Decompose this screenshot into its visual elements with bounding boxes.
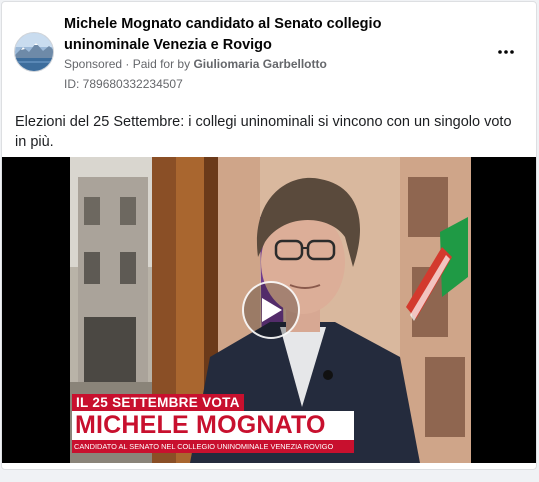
- avatar-image: [15, 33, 53, 71]
- page-name-link[interactable]: Michele Mognato candidato al Senato coll…: [64, 14, 464, 56]
- more-options-icon: [498, 50, 514, 54]
- ad-id: ID: 789680332234507: [64, 77, 183, 91]
- more-options-button[interactable]: [494, 40, 518, 64]
- ad-card: Michele Mognato candidato al Senato coll…: [1, 1, 537, 470]
- post-body-text: Elezioni del 25 Settembre: i collegi uni…: [15, 114, 512, 150]
- separator-dot: ·: [125, 57, 133, 71]
- caption-candidate-name: MICHELE MOGNATO: [72, 411, 354, 440]
- page-avatar[interactable]: [14, 32, 54, 72]
- play-icon: [262, 298, 282, 322]
- caption-subtitle: CANDIDATO AL SENATO NEL COLLEGIO UNINOMI…: [72, 440, 354, 453]
- sponsored-label: Sponsored: [64, 57, 123, 71]
- paid-for-label: Paid for by: [132, 57, 191, 71]
- caption-date: IL 25 SETTEMBRE VOTA: [72, 394, 244, 411]
- paid-by-name: Giuliomaria Garbellotto: [193, 57, 327, 71]
- play-button[interactable]: [242, 281, 300, 339]
- sponsor-line: Sponsored · Paid for by Giuliomaria Garb…: [64, 56, 327, 72]
